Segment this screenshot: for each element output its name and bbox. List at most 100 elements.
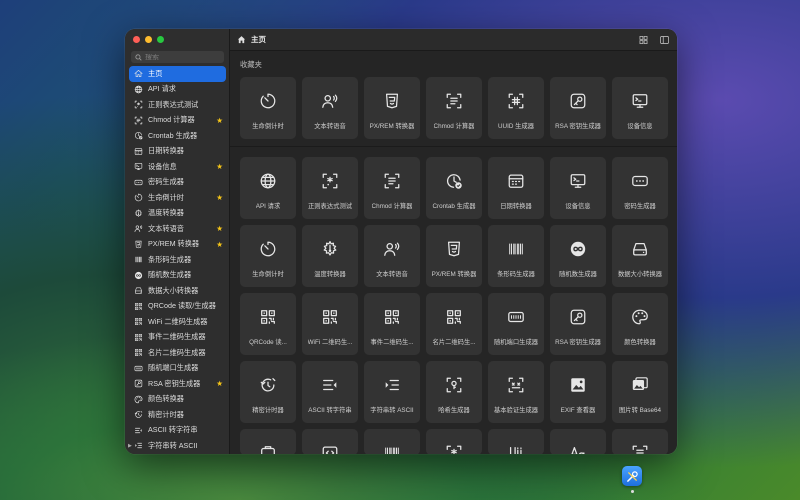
sidebar-item[interactable]: ASCII 转字符串 <box>129 423 226 439</box>
tool-tile[interactable]: 温度转换器 <box>302 225 358 287</box>
tool-tile[interactable]: 基本验证生成器 <box>488 361 544 423</box>
barcode-icon <box>507 240 525 258</box>
tool-tile[interactable]: PX/REM 转换器 <box>426 225 482 287</box>
tool-tile[interactable]: 文本转语音 <box>364 225 420 287</box>
tool-tile[interactable]: 字符串转 ASCII <box>364 361 420 423</box>
tool-tile[interactable] <box>488 429 544 454</box>
sidebar-item[interactable]: 正则表达式测试 <box>129 97 226 113</box>
dock-app-icon[interactable] <box>622 466 642 486</box>
tool-tile[interactable]: API 请求 <box>240 157 296 219</box>
sidebar-item[interactable]: 事件二维码生成器 <box>129 330 226 346</box>
favorite-star-icon[interactable]: ★ <box>216 224 223 233</box>
favorite-star-icon[interactable]: ★ <box>216 116 223 125</box>
tool-tile[interactable]: ASCII 转字符串 <box>302 361 358 423</box>
qrcode-icon <box>134 317 143 326</box>
sidebar-item[interactable]: 文本转语音 ★ <box>129 221 226 237</box>
calendar-icon <box>134 147 143 156</box>
sidebar-item[interactable]: Chmod 计算器 ★ <box>129 113 226 129</box>
minimize-window-button[interactable] <box>145 36 152 43</box>
tool-tile[interactable]: 生命倒计时 <box>240 225 296 287</box>
tool-tile[interactable]: 生命倒计时 <box>240 77 296 139</box>
palette-icon <box>631 308 649 326</box>
monitor-icon <box>631 92 649 110</box>
favorite-star-icon[interactable]: ★ <box>216 162 223 171</box>
search-box[interactable] <box>131 51 224 63</box>
tool-tile[interactable]: 条形码生成器 <box>488 225 544 287</box>
tool-tile[interactable]: 随机数生成器 <box>550 225 606 287</box>
tool-tile[interactable]: Chmod 计算器 <box>426 77 482 139</box>
tool-tile[interactable]: QRCode 读... <box>240 293 296 355</box>
tool-tile[interactable]: 设备信息 <box>550 157 606 219</box>
tool-tile[interactable]: RSA 密钥生成器 <box>550 293 606 355</box>
favorite-star-icon[interactable]: ★ <box>216 193 223 202</box>
sidebar-item-label: 随机端口生成器 <box>148 363 199 373</box>
favorite-star-icon[interactable]: ★ <box>216 240 223 249</box>
tool-tile[interactable]: Chmod 计算器 <box>364 157 420 219</box>
sidebar-item[interactable]: WiFi 二维码生成器 <box>129 314 226 330</box>
tool-tile[interactable]: PX/REM 转换器 <box>364 77 420 139</box>
sidebar-toggle-icon[interactable] <box>660 36 669 44</box>
sidebar-item[interactable]: Crontab 生成器 <box>129 128 226 144</box>
tool-tile[interactable]: 设备信息 <box>612 77 668 139</box>
tool-tile[interactable]: 事件二维码生... <box>364 293 420 355</box>
tool-tile[interactable] <box>364 429 420 454</box>
sidebar-item[interactable]: 温度转换器 <box>129 206 226 222</box>
tool-tile[interactable]: RSA 密钥生成器 <box>550 77 606 139</box>
tool-tile[interactable]: 颜色转换器 <box>612 293 668 355</box>
sidebar-item[interactable]: RSA 密钥生成器 ★ <box>129 376 226 392</box>
sidebar-item[interactable]: QRCode 读取/生成器 <box>129 299 226 315</box>
code-window-icon <box>321 444 339 454</box>
close-window-button[interactable] <box>133 36 140 43</box>
sidebar-item[interactable]: 条形码生成器 <box>129 252 226 268</box>
tool-tile[interactable]: WiFi 二维码生... <box>302 293 358 355</box>
sidebar-item[interactable]: 设备信息 ★ <box>129 159 226 175</box>
sidebar-item[interactable]: 生命倒计时 ★ <box>129 190 226 206</box>
sidebar-item[interactable]: 主页 <box>129 66 226 82</box>
sidebar-item[interactable]: 日期转换器 <box>129 144 226 160</box>
favorite-star-icon[interactable]: ★ <box>216 379 223 388</box>
tool-tile[interactable]: 正则表达式测试 <box>302 157 358 219</box>
chevron-right-icon[interactable]: ▶ <box>128 443 132 449</box>
search-input[interactable] <box>145 53 220 61</box>
chmod-icon <box>445 92 463 110</box>
tool-tile[interactable] <box>240 429 296 454</box>
sidebar-item[interactable]: 颜色转换器 <box>129 392 226 408</box>
zoom-window-button[interactable] <box>157 36 164 43</box>
regex-icon <box>321 172 339 190</box>
tool-tile[interactable] <box>550 429 606 454</box>
sidebar-item[interactable]: 精密计时器 <box>129 407 226 423</box>
sidebar-item[interactable]: 随机数生成器 <box>129 268 226 284</box>
sidebar-item[interactable]: 数据大小转换器 <box>129 283 226 299</box>
tool-tile[interactable]: Crontab 生成器 <box>426 157 482 219</box>
chmod-icon <box>383 172 401 190</box>
tool-tile[interactable]: 图片转 Base64 <box>612 361 668 423</box>
sidebar-item[interactable]: PX/REM 转换器 ★ <box>129 237 226 253</box>
sidebar-item-label: 生命倒计时 <box>148 192 184 202</box>
regex-icon <box>445 444 463 454</box>
tool-tile[interactable]: 文本转语音 <box>302 77 358 139</box>
tool-tile[interactable]: 精密计时器 <box>240 361 296 423</box>
tool-tile[interactable]: EXIF 查看器 <box>550 361 606 423</box>
grid-layout-icon[interactable] <box>639 36 648 44</box>
tool-tile[interactable]: 哈希生成器 <box>426 361 482 423</box>
tool-tile[interactable]: 随机端口生成器 <box>488 293 544 355</box>
image-base64-icon <box>631 376 649 394</box>
sidebar-item[interactable]: 随机端口生成器 <box>129 361 226 377</box>
tool-tile[interactable]: 名片二维码生... <box>426 293 482 355</box>
tool-tile-label: QRCode 读... <box>249 339 287 346</box>
sidebar-item[interactable]: 名片二维码生成器 <box>129 345 226 361</box>
sidebar-item[interactable]: ▶ 字符串转 ASCII <box>128 438 226 454</box>
sidebar-item[interactable]: API 请求 <box>129 82 226 98</box>
thermometer-icon <box>321 240 339 258</box>
tool-tile[interactable] <box>426 429 482 454</box>
tool-tile[interactable]: 数据大小转换器 <box>612 225 668 287</box>
favorites-heading: 收藏夹 <box>240 60 262 69</box>
sidebar-item[interactable]: 密码生成器 <box>129 175 226 191</box>
tool-tile[interactable] <box>612 429 668 454</box>
tool-tile[interactable] <box>302 429 358 454</box>
tool-tile[interactable]: 密码生成器 <box>612 157 668 219</box>
tool-tile[interactable]: 日期转换器 <box>488 157 544 219</box>
sidebar-item-label: QRCode 读取/生成器 <box>148 301 216 311</box>
css-icon <box>445 240 463 258</box>
tool-tile[interactable]: UUID 生成器 <box>488 77 544 139</box>
